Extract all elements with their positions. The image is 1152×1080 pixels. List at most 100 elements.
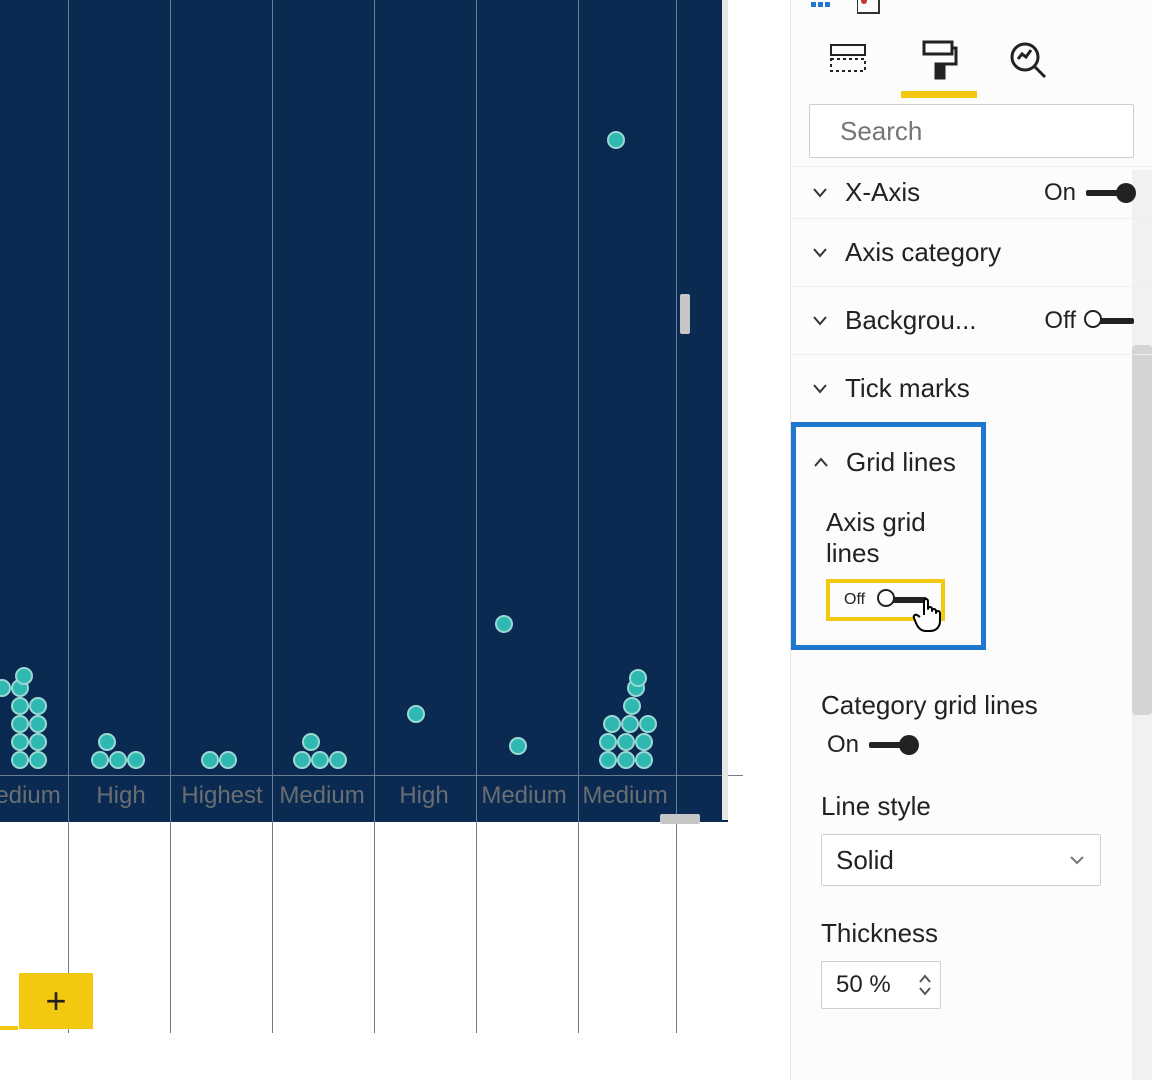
data-point[interactable] — [29, 715, 47, 733]
section-grid-lines[interactable]: Grid lines — [796, 435, 981, 489]
active-tab-indicator — [901, 91, 977, 98]
chevron-down-icon — [809, 182, 831, 204]
chart-plot-area — [0, 0, 728, 822]
grid-line — [676, 0, 677, 1033]
data-point[interactable] — [621, 715, 639, 733]
axis-label: Medium — [582, 782, 667, 810]
data-point[interactable] — [219, 751, 237, 769]
data-point[interactable] — [293, 751, 311, 769]
analytics-tab-alt-icon[interactable] — [857, 0, 881, 17]
grid-line — [68, 0, 69, 1033]
data-point[interactable] — [11, 715, 29, 733]
grid-line — [476, 0, 477, 1033]
axis-label: High — [96, 782, 145, 810]
visual-frame-edge — [722, 0, 728, 820]
grid-line — [374, 0, 375, 1033]
section-tick-marks[interactable]: Tick marks — [791, 354, 1152, 422]
data-point[interactable] — [495, 615, 513, 633]
section-background[interactable]: Backgrou... Off — [791, 286, 1152, 354]
line-style-select[interactable]: Solid — [821, 834, 1101, 886]
data-point[interactable] — [11, 697, 29, 715]
add-page-button[interactable]: + — [19, 973, 93, 1029]
data-point[interactable] — [623, 697, 641, 715]
axis-grid-lines-label: Axis grid lines — [796, 489, 981, 579]
data-point[interactable] — [407, 705, 425, 723]
data-point[interactable] — [607, 131, 625, 149]
category-grid-lines-toggle[interactable]: On — [821, 731, 1152, 759]
chart-canvas[interactable]: edium High Highest Medium High Medium Me… — [0, 0, 790, 1080]
data-point[interactable] — [11, 751, 29, 769]
section-label: X-Axis — [845, 177, 1030, 208]
resize-handle-bottom[interactable] — [660, 814, 700, 824]
data-point[interactable] — [302, 733, 320, 751]
line-style-label: Line style — [791, 759, 1152, 834]
data-point[interactable] — [617, 733, 635, 751]
chevron-down-icon — [809, 242, 831, 264]
format-panel: X-Axis On Axis category Backgrou... — [790, 0, 1152, 1080]
section-label: Backgrou... — [845, 305, 1030, 336]
grid-line — [170, 0, 171, 1033]
section-label: Axis category — [845, 237, 1134, 268]
data-point[interactable] — [635, 733, 653, 751]
plus-icon: + — [45, 980, 66, 1022]
paint-roller-icon — [920, 40, 958, 80]
thickness-value: 50 % — [836, 971, 891, 999]
section-axis-category[interactable]: Axis category — [791, 218, 1152, 286]
search-input[interactable] — [809, 104, 1134, 158]
data-point[interactable] — [201, 751, 219, 769]
axis-label: edium — [0, 782, 61, 810]
visualizations-icon[interactable] — [811, 0, 835, 17]
grid-line — [578, 0, 579, 1033]
data-point[interactable] — [599, 733, 617, 751]
chevron-down-icon — [1068, 851, 1086, 869]
data-point[interactable] — [29, 697, 47, 715]
data-point[interactable] — [311, 751, 329, 769]
data-point[interactable] — [15, 667, 33, 685]
axis-label: Highest — [181, 782, 262, 810]
background-toggle[interactable]: Off — [1044, 307, 1134, 335]
thickness-label: Thickness — [791, 886, 1152, 961]
tab-analytics[interactable] — [1007, 38, 1051, 82]
data-point[interactable] — [509, 737, 527, 755]
data-point[interactable] — [617, 751, 635, 769]
toggle-state: Off — [844, 591, 865, 609]
data-point[interactable] — [98, 733, 116, 751]
magnifier-chart-icon — [1009, 41, 1049, 79]
fields-icon — [829, 43, 869, 77]
search-field[interactable] — [838, 115, 1152, 148]
data-point[interactable] — [109, 751, 127, 769]
data-point[interactable] — [629, 669, 647, 687]
section-x-axis[interactable]: X-Axis On — [791, 166, 1152, 218]
data-point[interactable] — [127, 751, 145, 769]
x-axis-labels: edium High Highest Medium High Medium Me… — [0, 782, 728, 822]
axis-line — [0, 775, 743, 776]
chevron-down-icon — [809, 378, 831, 400]
data-point[interactable] — [11, 733, 29, 751]
thickness-stepper[interactable]: 50 % — [821, 961, 941, 1009]
data-point[interactable] — [635, 751, 653, 769]
chevron-up-icon[interactable] — [918, 974, 932, 984]
category-grid-lines-label: Category grid lines — [791, 650, 1152, 731]
current-tab-indicator — [0, 1026, 18, 1030]
axis-label: Medium — [481, 782, 566, 810]
toggle-state: Off — [1044, 307, 1076, 335]
tab-format[interactable] — [917, 38, 961, 82]
chevron-down-icon — [809, 310, 831, 332]
axis-grid-lines-toggle[interactable]: Off — [826, 579, 945, 621]
data-point[interactable] — [329, 751, 347, 769]
x-axis-toggle[interactable]: On — [1044, 179, 1134, 207]
tab-fields[interactable] — [827, 38, 871, 82]
data-point[interactable] — [639, 715, 657, 733]
section-label: Grid lines — [846, 447, 967, 478]
data-point[interactable] — [29, 751, 47, 769]
toggle-state: On — [827, 731, 859, 759]
cursor-hand-icon — [912, 597, 946, 642]
data-point[interactable] — [29, 733, 47, 751]
chevron-down-icon[interactable] — [918, 986, 932, 996]
resize-handle-right[interactable] — [680, 294, 690, 334]
data-point[interactable] — [91, 751, 109, 769]
grid-line — [272, 0, 273, 1033]
data-point[interactable] — [603, 715, 621, 733]
data-point[interactable] — [599, 751, 617, 769]
axis-label: Medium — [279, 782, 364, 810]
